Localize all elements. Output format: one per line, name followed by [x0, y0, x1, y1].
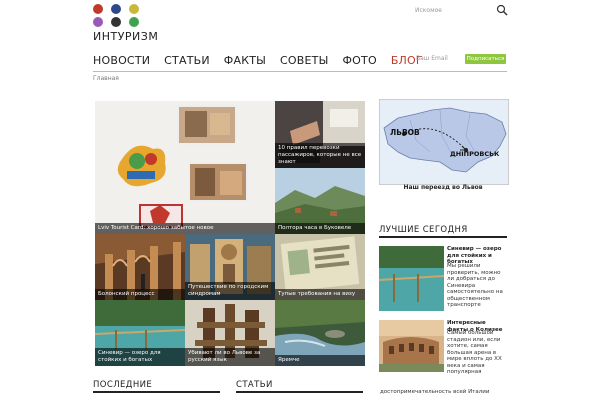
featured-tile-caption: Тупые требования на визу [275, 289, 365, 300]
featured-tile-transport-rules[interactable]: 10 правил перевозки пассажиров, которые … [275, 101, 365, 168]
logo-dot-dark [111, 17, 121, 27]
sidebar-item-synevyr-thumb[interactable] [379, 246, 444, 311]
logo-dot-yellow [129, 4, 139, 14]
map-caption[interactable]: Наш переезд во Львов [379, 184, 507, 191]
logo-text: ИНТУРИЗМ [93, 30, 159, 43]
logo-dot-red [93, 4, 103, 14]
map-card[interactable]: ЛЬВОВ ДНІПРОВСЬК [379, 99, 509, 185]
nav-item-articles[interactable]: СТАТЬИ [164, 54, 210, 67]
nav-divider [93, 71, 507, 72]
map-city-lviv: ЛЬВОВ [390, 128, 420, 137]
featured-tile-caption: Путешествие по городским синдромам [185, 282, 275, 300]
featured-tile-caption: Болонский процесс [95, 289, 185, 300]
logo-dot-purple [93, 17, 103, 27]
sidebar-heading-rule [379, 236, 507, 238]
nav-item-tips[interactable]: СОВЕТЫ [280, 54, 328, 67]
logo-dot-blue [111, 4, 121, 14]
latest-heading: ПОСЛЕДНИЕ [93, 380, 153, 390]
featured-tile-caption: Синевир — озеро для стойких и богатых [95, 348, 185, 366]
featured-tile-lviv-language[interactable]: Убивают ли во Львове за русский язык [185, 300, 275, 366]
ukraine-map-image [380, 100, 508, 184]
sidebar-heading: ЛУЧШИЕ СЕГОДНЯ [379, 225, 468, 235]
featured-tile-caption: Lviv Tourist Card: хорошо забытое новое [95, 223, 275, 234]
featured-tile-lviv-card[interactable]: Lviv Tourist Card: хорошо забытое новое [95, 101, 275, 234]
featured-tile-yaremche[interactable]: Яремче [275, 300, 365, 366]
featured-tile-bologna[interactable]: Болонский процесс [95, 234, 185, 300]
articles-heading: СТАТЬИ [236, 380, 273, 390]
sidebar-item-text: Мы решили проверить, можно ли добраться … [447, 263, 503, 308]
featured-tile-bukovel[interactable]: Полтора часа в Буковеле [275, 168, 365, 234]
featured-tile-syndromes[interactable]: Путешествие по городским синдромам [185, 234, 275, 300]
featured-tile-caption: Полтора часа в Буковеле [275, 223, 365, 234]
breadcrumb[interactable]: Главная [93, 75, 119, 82]
nav-item-facts[interactable]: ФАКТЫ [224, 54, 266, 67]
search-input[interactable]: Искомое [415, 4, 495, 18]
sidebar-item-text-continued: достопримечательность всей Италии [380, 389, 490, 395]
featured-tile-visa[interactable]: Тупые требования на визу [275, 234, 365, 300]
sidebar-item-colosseum-thumb[interactable] [379, 320, 444, 372]
logo-dot-green [129, 17, 139, 27]
magnets-image [95, 101, 275, 234]
subscribe-button[interactable]: Подписаться [465, 54, 506, 64]
email-input[interactable]: Ваш Email [416, 55, 448, 62]
colosseum-thumb-image [379, 320, 444, 372]
map-city-dnipro: ДНІПРОВСЬК [450, 150, 500, 158]
main-nav: НОВОСТИ СТАТЬИ ФАКТЫ СОВЕТЫ ФОТО БЛОГ [93, 52, 437, 68]
sidebar-item-text: Самый большой стадион или, если хотите, … [447, 330, 502, 375]
featured-mosaic: Lviv Tourist Card: хорошо забытое новое … [95, 101, 365, 366]
search-icon[interactable] [496, 4, 508, 16]
featured-tile-caption: Яремче [275, 355, 365, 366]
nav-item-photo[interactable]: ФОТО [343, 54, 377, 67]
featured-tile-caption: 10 правил перевозки пассажиров, которые … [275, 143, 365, 168]
nav-item-news[interactable]: НОВОСТИ [93, 54, 150, 67]
synevyr-thumb-image [379, 246, 444, 311]
featured-tile-synevyr[interactable]: Синевир — озеро для стойких и богатых [95, 300, 185, 366]
latest-heading-rule [93, 391, 220, 393]
articles-heading-rule [236, 391, 363, 393]
featured-tile-caption: Убивают ли во Львове за русский язык [185, 348, 275, 366]
